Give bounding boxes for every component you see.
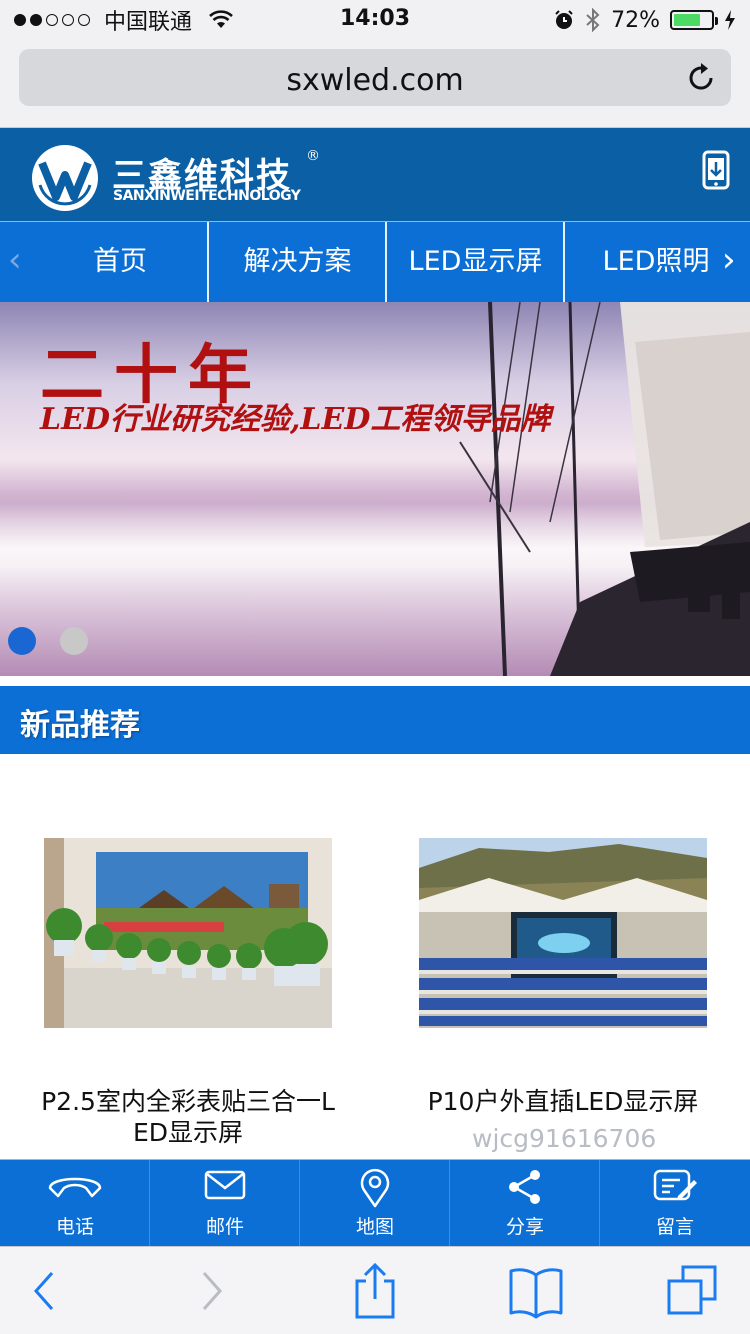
reload-icon[interactable] <box>687 61 717 93</box>
carousel-indicator[interactable] <box>60 627 88 655</box>
back-icon[interactable] <box>30 1261 60 1321</box>
battery-icon <box>670 10 718 30</box>
status-bar: 中国联通 14:03 72% <box>0 0 750 40</box>
mail-icon <box>204 1170 246 1200</box>
battery-fill <box>674 14 700 26</box>
tab-map[interactable]: 地图 <box>300 1160 450 1246</box>
bottom-contact-bar: 电话 邮件 地图 分享 留言 <box>0 1159 750 1246</box>
browser-toolbar <box>0 1246 750 1334</box>
nav-item-led-display[interactable]: LED显示屏 <box>387 222 564 302</box>
battery-percent: 72% <box>611 7 660 33</box>
product-image-outdoor-display[interactable] <box>419 838 707 1028</box>
logo-mark-icon <box>38 161 92 206</box>
outdoor-display-photo <box>419 838 707 1028</box>
tab-share[interactable]: 分享 <box>450 1160 600 1246</box>
address-bar[interactable]: sxwled.com <box>19 49 731 106</box>
url-text[interactable]: sxwled.com <box>19 63 731 98</box>
site-header: 三鑫维科技 ® SANXINWEITECHNOLOGY <box>0 128 750 221</box>
tab-label: 电话 <box>55 1216 94 1238</box>
tab-label: 分享 <box>505 1216 544 1238</box>
tab-phone[interactable]: 电话 <box>0 1160 150 1246</box>
watermark-text: wjcg91616706 <box>472 1124 657 1153</box>
browser-url-area: sxwled.com <box>0 40 750 128</box>
hero-banner[interactable]: 二十年 LED行业研究经验,LED工程领导品牌 <box>0 302 750 676</box>
bluetooth-icon <box>586 8 600 32</box>
section-header: 新品推荐 <box>0 686 750 754</box>
product-title-line: ED显示屏 <box>132 1118 244 1147</box>
nav-item-solutions[interactable]: 解决方案 <box>209 222 386 302</box>
tab-label: 地图 <box>355 1216 394 1238</box>
product-image-indoor-display[interactable] <box>44 838 332 1028</box>
message-edit-icon <box>653 1169 697 1201</box>
nav-item-led-lighting[interactable]: LED照明 <box>565 222 747 302</box>
registered-mark: ® <box>306 148 320 164</box>
alarm-icon <box>555 10 573 29</box>
charging-icon <box>725 10 735 30</box>
map-pin-icon <box>360 1168 390 1208</box>
logo-english-name: SANXINWEITECHNOLOGY <box>113 188 301 204</box>
bookmarks-icon[interactable] <box>508 1261 564 1321</box>
nav-next-icon[interactable]: › <box>722 222 736 302</box>
tabs-icon[interactable] <box>666 1261 720 1321</box>
phone-icon <box>48 1177 102 1198</box>
product-title-outdoor[interactable]: P10户外直插LED显示屏 <box>400 1086 726 1117</box>
tab-message[interactable]: 留言 <box>600 1160 750 1246</box>
tab-label: 邮件 <box>205 1216 244 1238</box>
share-sheet-icon[interactable] <box>352 1261 398 1321</box>
carousel-indicator-active[interactable] <box>8 627 36 655</box>
tab-label: 留言 <box>655 1216 694 1238</box>
share-icon <box>509 1170 540 1204</box>
forward-icon[interactable] <box>196 1261 226 1321</box>
product-title-indoor[interactable]: P2.5室内全彩表贴三合一L ED显示屏 <box>18 1086 358 1148</box>
indoor-display-photo <box>44 838 332 1028</box>
tab-email[interactable]: 邮件 <box>150 1160 300 1246</box>
product-title-line: P2.5室内全彩表贴三合一L <box>41 1087 335 1116</box>
product-title-line: P10户外直插LED显示屏 <box>427 1087 699 1116</box>
banner-subtitle: LED行业研究经验,LED工程领导品牌 <box>40 402 551 437</box>
mobile-download-icon[interactable] <box>702 150 730 190</box>
logo[interactable] <box>32 145 98 211</box>
section-title: 新品推荐 <box>20 708 140 743</box>
sailboat-image <box>459 302 750 676</box>
main-nav: ‹ 首页 解决方案 LED显示屏 LED照明 › <box>0 221 750 302</box>
nav-item-home[interactable]: 首页 <box>32 222 208 302</box>
nav-prev-icon[interactable]: ‹ <box>8 222 22 302</box>
